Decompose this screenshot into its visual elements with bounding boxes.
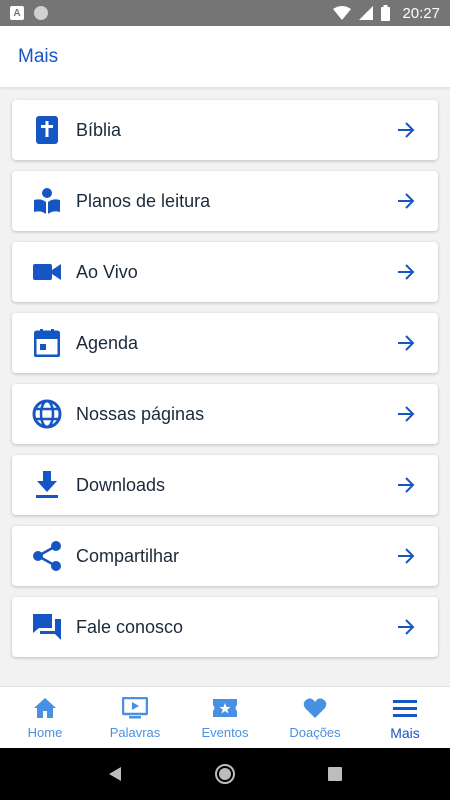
menu-item-label: Ao Vivo <box>76 261 138 282</box>
menu-item-biblia[interactable]: Bíblia <box>12 100 438 160</box>
nav-label: Eventos <box>201 725 249 740</box>
share-icon <box>32 541 62 571</box>
nav-item-palavras[interactable]: Palavras <box>90 687 180 748</box>
menu-item-agenda[interactable]: Agenda <box>12 313 438 373</box>
calendar-icon <box>32 328 62 358</box>
menu-item-label: Planos de leitura <box>76 190 211 211</box>
page-title: Mais <box>18 45 59 67</box>
wifi-icon <box>333 6 352 20</box>
menu-item-fale-conosco[interactable]: Fale conosco <box>12 597 438 657</box>
recents-icon[interactable] <box>315 754 355 794</box>
arrow-right-icon <box>394 331 418 355</box>
menu-item-label: Downloads <box>76 474 166 495</box>
nav-label: Doações <box>289 725 341 740</box>
arrow-right-icon <box>394 260 418 284</box>
download-icon <box>32 470 62 500</box>
nav-label: Home <box>27 725 63 740</box>
notification-a-icon: A <box>10 6 24 20</box>
globe-icon <box>32 399 62 429</box>
arrow-right-icon <box>394 544 418 568</box>
arrow-right-icon <box>394 189 418 213</box>
reading-plan-icon <box>32 186 62 216</box>
menu-list: Bíblia Planos de leitura Ao Vivo Agenda <box>12 100 438 668</box>
menu-item-nossas-paginas[interactable]: Nossas páginas <box>12 384 438 444</box>
nav-label: Palavras <box>109 725 161 740</box>
menu-item-label: Bíblia <box>76 119 122 140</box>
chat-icon <box>32 612 62 642</box>
menu-item-downloads[interactable]: Downloads <box>12 455 438 515</box>
menu-item-compartilhar[interactable]: Compartilhar <box>12 526 438 586</box>
tv-play-icon <box>122 695 148 721</box>
menu-item-label: Compartilhar <box>76 545 180 566</box>
home-circle-icon[interactable] <box>205 754 245 794</box>
nav-item-mais[interactable]: Mais <box>360 687 450 748</box>
notification-circle-icon <box>34 6 48 20</box>
bottom-nav: Home Palavras Eventos Doações Mais <box>0 686 450 748</box>
home-icon <box>33 695 57 721</box>
battery-icon <box>381 5 391 21</box>
menu-item-ao-vivo[interactable]: Ao Vivo <box>12 242 438 302</box>
nav-item-doacoes[interactable]: Doações <box>270 687 360 748</box>
menu-icon <box>392 695 418 721</box>
ticket-star-icon <box>212 695 238 721</box>
heart-icon <box>303 695 327 721</box>
nav-item-eventos[interactable]: Eventos <box>180 687 270 748</box>
android-system-nav <box>0 748 450 800</box>
bible-icon <box>32 115 62 145</box>
cell-signal-icon <box>359 6 374 20</box>
arrow-right-icon <box>394 118 418 142</box>
menu-item-label: Nossas páginas <box>76 403 205 424</box>
app-header: Mais <box>0 26 450 88</box>
status-time: 20:27 <box>402 4 440 22</box>
menu-item-label: Fale conosco <box>76 616 184 637</box>
menu-item-label: Agenda <box>76 332 139 353</box>
nav-item-home[interactable]: Home <box>0 687 90 748</box>
video-camera-icon <box>32 257 62 287</box>
status-bar: A 20:27 <box>0 0 450 26</box>
arrow-right-icon <box>394 402 418 426</box>
back-icon[interactable] <box>95 754 135 794</box>
arrow-right-icon <box>394 615 418 639</box>
nav-label: Mais <box>390 724 420 741</box>
menu-item-planos-de-leitura[interactable]: Planos de leitura <box>12 171 438 231</box>
arrow-right-icon <box>394 473 418 497</box>
